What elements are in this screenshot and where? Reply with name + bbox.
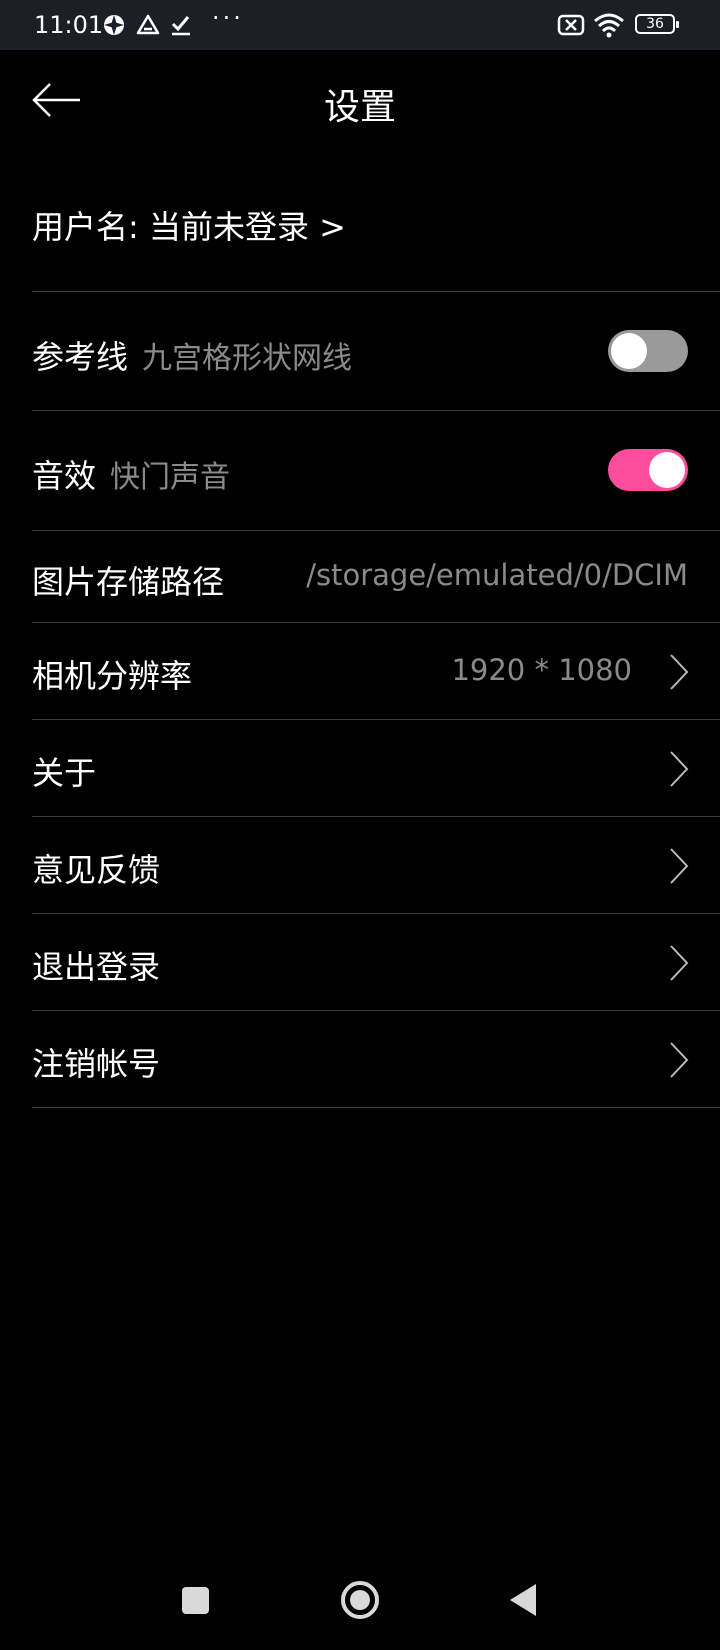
nav-back-icon[interactable]	[508, 1582, 538, 1618]
recents-icon[interactable]	[182, 1587, 209, 1614]
grid-lines-label: 参考线 九宫格形状网线	[32, 332, 352, 378]
about-label: 关于	[32, 754, 97, 792]
storage-path-value: /storage/emulated/0/DCIM	[306, 558, 688, 592]
sound-row: 音效 快门声音	[32, 411, 720, 531]
battery-icon: 36	[635, 14, 679, 34]
storage-path-row: 图片存储路径 /storage/emulated/0/DCIM	[32, 531, 720, 623]
grid-lines-toggle[interactable]	[608, 330, 688, 372]
chevron-right-icon	[670, 751, 689, 787]
status-time: 11:01	[34, 11, 104, 39]
chevron-right-icon	[670, 654, 689, 690]
resolution-row[interactable]: 相机分辨率 1920 * 1080	[32, 623, 720, 720]
home-icon[interactable]	[340, 1580, 380, 1620]
feedback-row[interactable]: 意见反馈	[32, 817, 720, 914]
logout-row[interactable]: 退出登录	[32, 914, 720, 1011]
status-bar: 11:01 ··· 36	[0, 0, 720, 50]
vpn-icon	[104, 15, 124, 35]
username-label: 用户名: 当前未登录 >	[32, 208, 346, 246]
more-dots-icon: ···	[212, 4, 244, 32]
delete-account-row[interactable]: 注销帐号	[32, 1011, 720, 1108]
wifi-icon	[594, 13, 624, 38]
check-icon	[171, 16, 190, 36]
toggle-knob	[649, 452, 685, 488]
no-sim-icon	[557, 14, 585, 36]
sound-label: 音效 快门声音	[32, 451, 230, 497]
logout-label: 退出登录	[32, 948, 161, 986]
resolution-value: 1920 * 1080	[451, 653, 632, 687]
toggle-knob	[611, 333, 647, 369]
grid-lines-title: 参考线	[32, 338, 129, 376]
chevron-right-icon	[670, 848, 689, 884]
drive-icon	[136, 14, 160, 35]
page-title: 设置	[323, 87, 396, 128]
storage-path-label: 图片存储路径	[32, 563, 225, 601]
sound-subtitle: 快门声音	[110, 460, 231, 495]
username-row[interactable]: 用户名: 当前未登录 >	[32, 150, 720, 292]
chevron-right-icon	[670, 1042, 689, 1078]
system-nav-bar	[0, 1560, 720, 1650]
sound-toggle[interactable]	[608, 449, 688, 491]
chevron-right-icon	[670, 945, 689, 981]
feedback-label: 意见反馈	[32, 851, 161, 889]
resolution-label: 相机分辨率	[32, 657, 193, 695]
grid-lines-row: 参考线 九宫格形状网线	[32, 292, 720, 411]
app-header: 设置	[0, 50, 720, 150]
settings-screen: 11:01 ··· 36 设置 用户名: 当前未登录 > 参考线 九宫格形状网线…	[0, 0, 720, 1650]
sound-title: 音效	[32, 457, 97, 495]
delete-account-label: 注销帐号	[32, 1045, 161, 1083]
grid-lines-subtitle: 九宫格形状网线	[142, 341, 353, 376]
about-row[interactable]: 关于	[32, 720, 720, 817]
